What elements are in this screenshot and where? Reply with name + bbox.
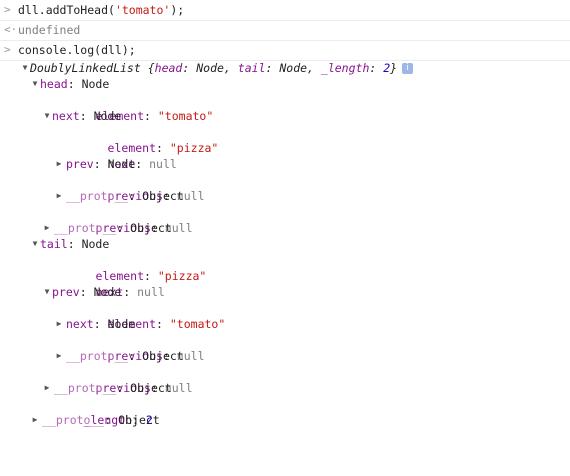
info-icon[interactable]: i bbox=[402, 63, 414, 74]
prop-value: Object bbox=[142, 189, 184, 203]
prop-value: null bbox=[149, 157, 177, 171]
prop-value: Object bbox=[130, 221, 172, 235]
triangle-right-icon[interactable]: ▶ bbox=[42, 380, 52, 396]
prop-key: next bbox=[66, 317, 94, 331]
prop-value: Node bbox=[93, 109, 122, 123]
chevron-right-icon: > bbox=[4, 43, 11, 56]
tree-prop: next: null bbox=[107, 157, 177, 171]
prop-value: "tomato" bbox=[157, 109, 214, 123]
tree-prop: element: "pizza" bbox=[107, 141, 219, 155]
prop-key: __proto__ bbox=[66, 349, 129, 363]
tree-node-head-next[interactable]: ▼ next: Node bbox=[42, 108, 122, 124]
prop-key: __proto__ bbox=[54, 381, 117, 395]
command-text: dll.addToHead( bbox=[18, 3, 115, 17]
prop-key: prev bbox=[52, 285, 80, 299]
prop-key: __proto__ bbox=[54, 221, 117, 235]
prop-key: next bbox=[52, 109, 80, 123]
prop-value: Node bbox=[81, 237, 110, 251]
tree-node-collapsed[interactable]: ▶ next: Node bbox=[54, 316, 136, 332]
prop-value: null bbox=[137, 285, 165, 299]
tree-prop: element: "tomato" bbox=[107, 317, 226, 331]
tree-node-collapsed[interactable]: ▶ __proto__: Object bbox=[54, 348, 184, 364]
triangle-down-icon[interactable]: ▼ bbox=[42, 108, 52, 124]
triangle-right-icon[interactable]: ▶ bbox=[54, 188, 64, 204]
triangle-down-icon[interactable]: ▼ bbox=[30, 76, 40, 92]
triangle-down-icon[interactable]: ▼ bbox=[42, 284, 52, 300]
chevron-right-icon: > bbox=[4, 3, 11, 16]
tree-node-collapsed[interactable]: ▶ __proto__: Object bbox=[54, 188, 184, 204]
triangle-right-icon[interactable]: ▶ bbox=[54, 156, 64, 172]
tree-prop: previous: null bbox=[107, 189, 205, 203]
triangle-right-icon[interactable]: ▶ bbox=[54, 316, 64, 332]
result-value: undefined bbox=[18, 23, 81, 37]
tree-prop: previous: null bbox=[107, 349, 205, 363]
prop-key: tail bbox=[40, 237, 68, 251]
tree-prop: next: null bbox=[95, 285, 165, 299]
console-input-row[interactable]: > dll.addToHead('tomato'); bbox=[0, 0, 570, 21]
prop-value: Object bbox=[118, 413, 160, 427]
tree-prop: element: "tomato" bbox=[95, 109, 214, 123]
console-command[interactable]: dll.addToHead('tomato'); bbox=[18, 0, 184, 20]
tree-node-head[interactable]: ▼ head: Node bbox=[30, 76, 110, 92]
tree-node-collapsed[interactable]: ▶ __proto__: Object bbox=[42, 380, 172, 396]
tree-node-tail-prev[interactable]: ▼ prev: Node bbox=[42, 284, 122, 300]
prop-key: prev bbox=[66, 157, 94, 171]
tree-node-collapsed[interactable]: ▶ __proto__: Object bbox=[42, 220, 172, 236]
return-arrow-icon: <· bbox=[4, 23, 18, 36]
tree-node-collapsed[interactable]: ▶ prev: Node bbox=[54, 156, 136, 172]
prop-value: "pizza" bbox=[157, 269, 207, 283]
prop-value: Node bbox=[107, 157, 136, 171]
prop-value: Node bbox=[81, 77, 110, 91]
class-name: DoublyLinkedList bbox=[30, 61, 141, 75]
tree-root-summary[interactable]: ▼ DoublyLinkedList {head: Node, tail: No… bbox=[20, 60, 414, 76]
triangle-right-icon[interactable]: ▶ bbox=[30, 412, 40, 428]
tree-prop: previous: null bbox=[95, 381, 193, 395]
triangle-right-icon[interactable]: ▶ bbox=[42, 220, 52, 236]
tree-prop: _length: 2 bbox=[83, 413, 153, 427]
tree-node-collapsed[interactable]: ▶ __proto__: Object bbox=[30, 412, 160, 428]
console-input-row[interactable]: > console.log(dll); bbox=[0, 40, 570, 61]
tree-node-tail[interactable]: ▼ tail: Node bbox=[30, 236, 110, 252]
prop-key: __proto__ bbox=[66, 189, 129, 203]
triangle-down-icon[interactable]: ▼ bbox=[30, 236, 40, 252]
prop-value: Object bbox=[130, 381, 172, 395]
prop-key: head bbox=[40, 77, 68, 91]
triangle-down-icon[interactable]: ▼ bbox=[20, 60, 30, 76]
command-string-arg: 'tomato' bbox=[114, 3, 171, 17]
triangle-right-icon[interactable]: ▶ bbox=[54, 348, 64, 364]
tree-prop: element: "pizza" bbox=[95, 269, 207, 283]
prop-value: "pizza" bbox=[169, 141, 219, 155]
prop-key: __proto__ bbox=[42, 413, 105, 427]
prop-value: Node bbox=[107, 317, 136, 331]
prop-value: Node bbox=[93, 285, 122, 299]
command-close: ); bbox=[170, 3, 185, 17]
console-result-row: <· undefined bbox=[0, 20, 570, 41]
prop-value: "tomato" bbox=[169, 317, 226, 331]
prop-value: Object bbox=[142, 349, 184, 363]
console-command[interactable]: console.log(dll); bbox=[18, 40, 136, 60]
devtools-console: > dll.addToHead('tomato'); <· undefined … bbox=[0, 0, 570, 434]
tree-prop: previous: null bbox=[95, 221, 193, 235]
